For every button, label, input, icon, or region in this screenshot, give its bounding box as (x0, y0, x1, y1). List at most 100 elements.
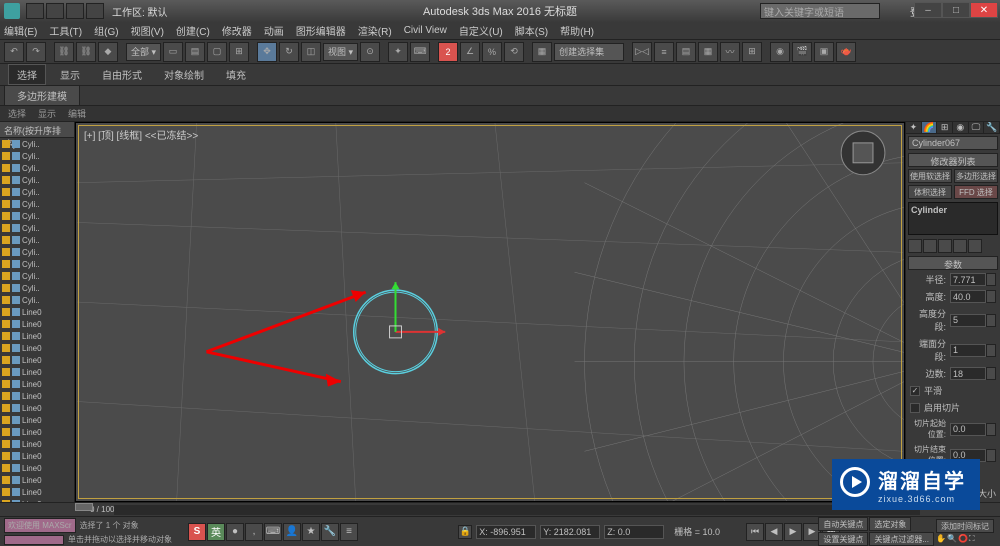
visibility-icon[interactable] (2, 284, 10, 292)
spinner-snap-button[interactable]: ⟲ (504, 42, 524, 62)
lock-selection-button[interactable]: 🔒 (458, 525, 472, 539)
list-item[interactable]: Line0 (0, 318, 74, 330)
tab-populate[interactable]: 填充 (218, 65, 254, 84)
param-height-input[interactable]: 40.0 (950, 290, 986, 303)
visibility-icon[interactable] (2, 392, 10, 400)
keyfilter-button[interactable]: 关键点过滤器... (869, 532, 934, 546)
nav-zoom-icon[interactable]: 🔍 (947, 534, 957, 544)
modifier-stack[interactable]: Cylinder (908, 202, 998, 235)
visibility-icon[interactable] (2, 452, 10, 460)
modifier-list-dropdown[interactable]: 修改器列表 (908, 153, 998, 167)
menu-tools[interactable]: 工具(T) (49, 23, 82, 38)
snap-2d-button[interactable]: 2 (438, 42, 458, 62)
spinner-arrows-icon[interactable] (986, 367, 996, 380)
time-slider-track[interactable] (114, 505, 920, 515)
menu-graph[interactable]: 图形编辑器 (296, 23, 346, 38)
ribbon-sub-select[interactable]: 选择 (8, 107, 26, 120)
visibility-icon[interactable] (2, 344, 10, 352)
setkey-button[interactable]: 设置关键点 (818, 532, 868, 546)
menu-group[interactable]: 组(G) (94, 23, 118, 38)
list-item[interactable]: Line0 (0, 462, 74, 474)
list-item[interactable]: Line0 (0, 330, 74, 342)
tab-freeform[interactable]: 自由形式 (94, 65, 150, 84)
visibility-icon[interactable] (2, 380, 10, 388)
ime-soft-icon[interactable]: ⌨ (264, 523, 282, 541)
motion-tab-icon[interactable]: ◉ (953, 122, 969, 133)
play-button[interactable]: ▶ (784, 523, 802, 541)
nav-maximize-icon[interactable]: ⛶ (969, 534, 975, 544)
list-item[interactable]: Cyli.. (0, 150, 74, 162)
cb-smooth-row[interactable]: ✓ 平滑 (910, 384, 996, 397)
param-sides-input[interactable]: 18 (950, 367, 986, 380)
render-button[interactable]: 🫖 (836, 42, 856, 62)
angle-snap-button[interactable]: ∠ (460, 42, 480, 62)
spinner-arrows-icon[interactable] (986, 273, 996, 286)
poly-select-button[interactable]: 多边形选择 (954, 169, 998, 183)
params-rollout-header[interactable]: 参数 (908, 256, 998, 270)
list-item[interactable]: Line0 (0, 354, 74, 366)
list-item[interactable]: Line0 (0, 486, 74, 498)
visibility-icon[interactable] (2, 368, 10, 376)
spinner-arrows-icon[interactable] (986, 290, 996, 303)
named-selection-dropdown[interactable]: 创建选择集 (554, 43, 624, 61)
visibility-icon[interactable] (2, 200, 10, 208)
ribbon-sub-edit[interactable]: 编辑 (68, 107, 86, 120)
menu-customize[interactable]: 自定义(U) (459, 23, 503, 38)
list-item[interactable]: Line0 (0, 450, 74, 462)
visibility-icon[interactable] (2, 404, 10, 412)
window-crossing-button[interactable]: ⊞ (229, 42, 249, 62)
list-item[interactable]: Line0 (0, 474, 74, 486)
list-item[interactable]: Cyli.. (0, 186, 74, 198)
param-csegs-input[interactable]: 1 (950, 344, 986, 357)
create-tab-icon[interactable]: ✦ (906, 122, 922, 133)
minimize-button[interactable]: – (914, 2, 942, 18)
select-region-button[interactable]: ▢ (207, 42, 227, 62)
checkbox-icon[interactable]: ✓ (910, 386, 920, 396)
menu-animation[interactable]: 动画 (264, 23, 284, 38)
link-button[interactable]: ⛓ (54, 42, 74, 62)
time-slider-thumb[interactable] (75, 503, 93, 511)
visibility-icon[interactable] (2, 236, 10, 244)
menu-edit[interactable]: 编辑(E) (4, 23, 37, 38)
manipulate-button[interactable]: ✦ (388, 42, 408, 62)
curve-editor-button[interactable]: 〰 (720, 42, 740, 62)
soft-select-button[interactable]: 使用软选择 (908, 169, 952, 183)
percent-snap-button[interactable]: % (482, 42, 502, 62)
ime-lang-icon[interactable]: 英 (207, 523, 225, 541)
autokey-button[interactable]: 自动关键点 (818, 517, 868, 531)
move-button[interactable]: ✥ (257, 42, 277, 62)
sel-time-dropdown[interactable]: 选定对象 (869, 517, 911, 531)
menu-help[interactable]: 帮助(H) (560, 23, 594, 38)
menu-render[interactable]: 渲染(R) (358, 23, 392, 38)
qat-open-icon[interactable] (46, 3, 64, 19)
visibility-icon[interactable] (2, 296, 10, 304)
ribbon-tab-polymodel[interactable]: 多边形建模 (4, 85, 80, 106)
goto-start-button[interactable]: ⏮ (746, 523, 764, 541)
spinner-arrows-icon[interactable] (986, 423, 996, 436)
visibility-icon[interactable] (2, 224, 10, 232)
visibility-icon[interactable] (2, 152, 10, 160)
visibility-icon[interactable] (2, 464, 10, 472)
visibility-icon[interactable] (2, 428, 10, 436)
qat-redo-icon[interactable] (86, 3, 104, 19)
spinner-arrows-icon[interactable] (986, 314, 996, 327)
utilities-tab-icon[interactable]: 🔧 (984, 122, 1000, 133)
help-search-input[interactable]: 键入关键字或短语 (760, 3, 880, 19)
scene-explorer-list[interactable]: Cyli..Cyli..Cyli..Cyli..Cyli..Cyli..Cyli… (0, 138, 74, 502)
nav-orbit-icon[interactable]: ⭕ (958, 534, 968, 544)
schematic-button[interactable]: ⊞ (742, 42, 762, 62)
visibility-icon[interactable] (2, 248, 10, 256)
rotate-button[interactable]: ↻ (279, 42, 299, 62)
ime-people-icon[interactable]: 👤 (283, 523, 301, 541)
hierarchy-tab-icon[interactable]: ⊞ (937, 122, 953, 133)
tab-display[interactable]: 显示 (52, 65, 88, 84)
nav-pan-icon[interactable]: ✋ (936, 534, 946, 544)
list-item[interactable]: Line0 (0, 426, 74, 438)
workspace-label[interactable]: 工作区: 默认 (112, 4, 168, 19)
coord-z-input[interactable]: Z: 0.0 (604, 525, 664, 539)
pivot-button[interactable]: ⊙ (360, 42, 380, 62)
maxscript-mini-listener[interactable]: 欢迎使用 MAXScr (4, 518, 76, 533)
ffd-select-button[interactable]: FFD 选择 (954, 185, 998, 199)
list-item[interactable]: Cyli.. (0, 270, 74, 282)
unique-icon[interactable] (938, 239, 952, 253)
